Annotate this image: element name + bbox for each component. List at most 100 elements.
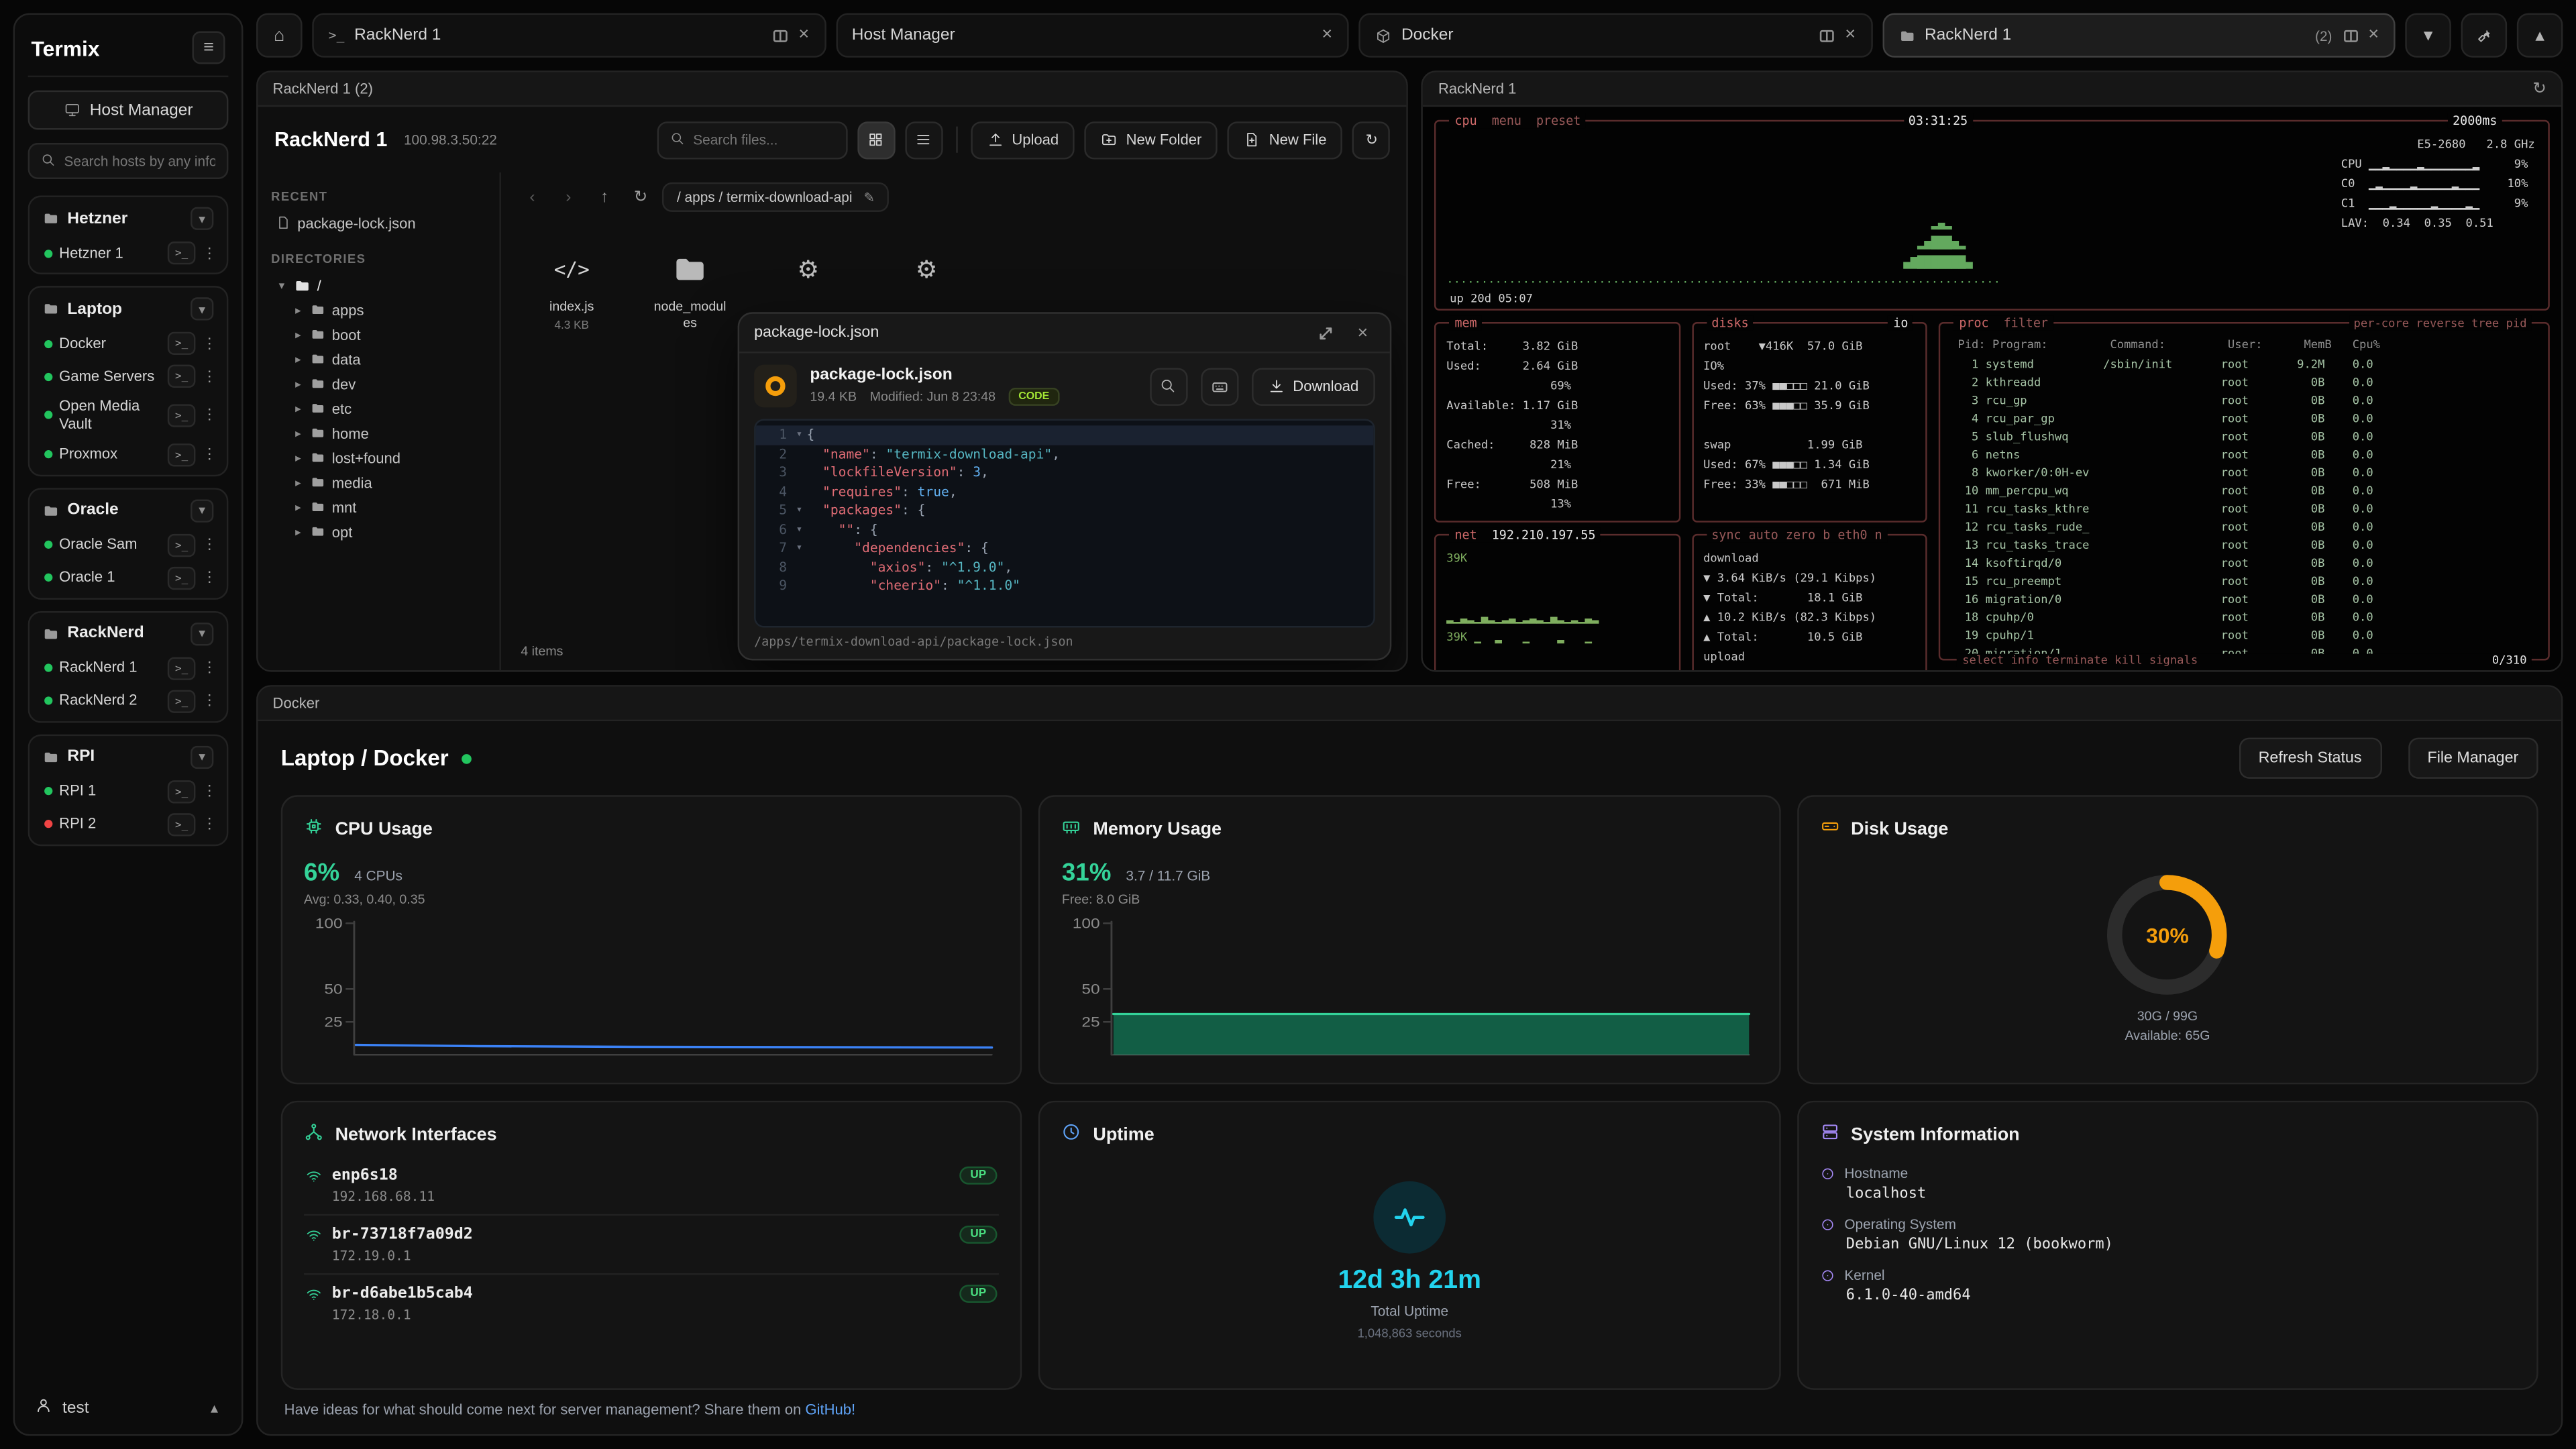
user-row[interactable]: test ▴ xyxy=(28,1385,229,1421)
host-group-header[interactable]: Hetzner ▾ xyxy=(33,201,223,237)
expand-icon[interactable] xyxy=(1313,321,1338,345)
forward-button[interactable]: › xyxy=(553,182,583,212)
file-search-input[interactable] xyxy=(693,131,835,148)
host-group-header[interactable]: RPI ▾ xyxy=(33,739,223,775)
file-pane-header[interactable]: RackNerd 1 (2) xyxy=(258,72,1407,107)
host-group-header[interactable]: RackNerd ▾ xyxy=(33,615,223,651)
docker-pane-header[interactable]: Docker xyxy=(258,687,2561,721)
chevron-right-icon[interactable]: ▸ xyxy=(292,500,304,514)
kebab-menu-icon[interactable]: ⋮ xyxy=(202,815,217,833)
tree-root[interactable]: ▾ / xyxy=(271,273,486,298)
sidebar-collapse-button[interactable]: ≡ xyxy=(193,32,225,64)
terminal-pane-header[interactable]: RackNerd 1 ↻ xyxy=(1424,72,2561,107)
search-in-file-button[interactable] xyxy=(1150,367,1187,405)
chevron-right-icon[interactable]: ▸ xyxy=(292,303,304,317)
split-view-icon[interactable] xyxy=(772,27,788,43)
close-icon[interactable]: × xyxy=(1322,26,1332,44)
host-group-header[interactable]: Oracle ▾ xyxy=(33,492,223,529)
chevron-down-icon[interactable]: ▾ xyxy=(276,278,287,292)
tree-item[interactable]: ▸ opt xyxy=(288,519,486,544)
kebab-menu-icon[interactable]: ⋮ xyxy=(202,445,217,464)
chevron-down-icon[interactable]: ▾ xyxy=(191,745,213,768)
host-item[interactable]: Oracle 1 >_ ⋮ xyxy=(33,561,223,594)
chevron-right-icon[interactable]: ▸ xyxy=(292,328,304,341)
tree-item[interactable]: ▸ mnt xyxy=(288,494,486,519)
chevron-down-icon[interactable]: ▾ xyxy=(191,297,213,320)
split-view-icon[interactable] xyxy=(2342,27,2358,43)
file-manager-button[interactable]: File Manager xyxy=(2408,738,2538,779)
tools-button[interactable] xyxy=(2461,13,2508,58)
sync-icon[interactable]: ↻ xyxy=(2532,80,2546,98)
connect-terminal-button[interactable]: >_ xyxy=(168,365,196,388)
host-item[interactable]: RPI 2 >_ ⋮ xyxy=(33,808,223,841)
host-item[interactable]: RackNerd 2 >_ ⋮ xyxy=(33,684,223,717)
chevron-right-icon[interactable]: ▸ xyxy=(292,377,304,390)
kebab-menu-icon[interactable]: ⋮ xyxy=(202,536,217,554)
code-viewer[interactable]: 1▾{2 "name": "termix-download-api",3 "lo… xyxy=(754,419,1375,627)
close-icon[interactable]: × xyxy=(2368,26,2379,44)
file-item-node-modules[interactable]: node_modules xyxy=(639,245,741,335)
keyboard-button[interactable] xyxy=(1201,367,1238,405)
chevron-right-icon[interactable]: ▸ xyxy=(292,451,304,464)
tab-host-manager[interactable]: Host Manager × xyxy=(835,13,1348,58)
chevron-right-icon[interactable]: ▸ xyxy=(292,427,304,440)
kebab-menu-icon[interactable]: ⋮ xyxy=(202,244,217,262)
connect-terminal-button[interactable]: >_ xyxy=(168,404,196,427)
recent-item[interactable]: package-lock.json xyxy=(271,210,486,235)
chevron-right-icon[interactable]: ▸ xyxy=(292,402,304,415)
upload-button[interactable]: Upload xyxy=(971,121,1075,158)
host-item[interactable]: Hetzner 1 >_ ⋮ xyxy=(33,237,223,270)
connect-terminal-button[interactable]: >_ xyxy=(168,657,196,680)
connect-terminal-button[interactable]: >_ xyxy=(168,533,196,556)
kebab-menu-icon[interactable]: ⋮ xyxy=(202,782,217,800)
new-file-button[interactable]: New File xyxy=(1228,121,1342,158)
host-item[interactable]: Oracle Sam >_ ⋮ xyxy=(33,529,223,561)
kebab-menu-icon[interactable]: ⋮ xyxy=(202,659,217,677)
tree-item[interactable]: ▸ dev xyxy=(288,371,486,396)
chevron-right-icon[interactable]: ▸ xyxy=(292,352,304,366)
connect-terminal-button[interactable]: >_ xyxy=(168,780,196,802)
connect-terminal-button[interactable]: >_ xyxy=(168,332,196,355)
refresh-directory-button[interactable]: ↻ xyxy=(626,182,655,212)
close-icon[interactable]: × xyxy=(1845,26,1856,44)
grid-view-button[interactable] xyxy=(857,121,895,158)
collapse-panel-button[interactable]: ▴ xyxy=(2517,13,2563,58)
tree-item[interactable]: ▸ lost+found xyxy=(288,445,486,470)
chevron-down-icon[interactable]: ▾ xyxy=(191,498,213,521)
terminal-screen[interactable]: cpu menu preset 03:31:25 2000ms ▂▄▂ xyxy=(1424,107,2561,670)
connect-terminal-button[interactable]: >_ xyxy=(168,812,196,835)
tab-racknerd1-terminal[interactable]: >_ RackNerd 1 × xyxy=(312,13,825,58)
split-view-icon[interactable] xyxy=(1819,27,1835,43)
host-item[interactable]: RPI 1 >_ ⋮ xyxy=(33,775,223,808)
host-item[interactable]: RackNerd 1 >_ ⋮ xyxy=(33,651,223,684)
connect-terminal-button[interactable]: >_ xyxy=(168,690,196,712)
tree-item[interactable]: ▸ media xyxy=(288,470,486,494)
kebab-menu-icon[interactable]: ⋮ xyxy=(202,407,217,425)
chevron-down-icon[interactable]: ▾ xyxy=(191,207,213,230)
host-group-header[interactable]: Laptop ▾ xyxy=(33,290,223,327)
download-button[interactable]: Download xyxy=(1252,367,1375,405)
connect-terminal-button[interactable]: >_ xyxy=(168,566,196,589)
file-item-indexjs[interactable]: </> index.js 4.3 KB xyxy=(521,245,623,335)
kebab-menu-icon[interactable]: ⋮ xyxy=(202,334,217,352)
host-item[interactable]: Game Servers >_ ⋮ xyxy=(33,360,223,392)
up-directory-button[interactable]: ↑ xyxy=(590,182,619,212)
host-item[interactable]: Open Media Vault >_ ⋮ xyxy=(33,392,223,438)
tree-item[interactable]: ▸ etc xyxy=(288,396,486,421)
connect-terminal-button[interactable]: >_ xyxy=(168,241,196,264)
file-search[interactable] xyxy=(657,121,847,158)
tree-item[interactable]: ▸ boot xyxy=(288,322,486,347)
tab-docker[interactable]: Docker × xyxy=(1358,13,1872,58)
tab-racknerd1-files[interactable]: RackNerd 1 (2) × xyxy=(1882,13,2395,58)
kebab-menu-icon[interactable]: ⋮ xyxy=(202,569,217,587)
edit-path-icon[interactable]: ✎ xyxy=(864,190,875,205)
connect-terminal-button[interactable]: >_ xyxy=(168,443,196,466)
new-folder-button[interactable]: New Folder xyxy=(1085,121,1218,158)
list-view-button[interactable] xyxy=(905,121,943,158)
tree-item[interactable]: ▸ data xyxy=(288,347,486,372)
tree-item[interactable]: ▸ home xyxy=(288,421,486,445)
kebab-menu-icon[interactable]: ⋮ xyxy=(202,367,217,385)
github-link[interactable]: GitHub! xyxy=(805,1401,855,1417)
host-manager-button[interactable]: Host Manager xyxy=(28,91,229,130)
host-item[interactable]: Docker >_ ⋮ xyxy=(33,327,223,360)
